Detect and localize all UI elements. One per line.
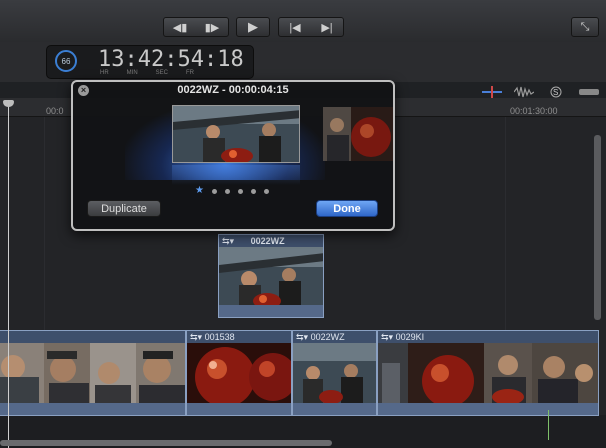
primary-clip[interactable]: ⇆▾ 001538 <box>186 330 292 416</box>
ruler-label-right: 00:01:30:00 <box>510 106 558 116</box>
fullscreen-button[interactable]: ⤡ <box>571 17 599 37</box>
solo-icon[interactable]: S <box>546 86 566 98</box>
audition-thumbnail[interactable] <box>323 107 393 161</box>
unit-hr: HR <box>100 70 109 76</box>
unit-sec: SEC <box>155 70 169 76</box>
timecode-units: HR MIN SEC FR <box>100 70 210 76</box>
clip-appearance-icon[interactable] <box>578 86 600 98</box>
done-button[interactable]: Done <box>316 200 378 217</box>
primary-clip[interactable]: ⇆▾ 0022WZ <box>292 330 377 416</box>
horizontal-scrollbar[interactable] <box>0 440 332 446</box>
page-indicator: ★ <box>195 185 269 196</box>
playhead[interactable] <box>8 100 9 448</box>
timecode-value: 13:42:54:18 <box>98 47 244 72</box>
step-back-icon: ◀▮ <box>172 21 188 34</box>
skip-start-icon: |◀ <box>289 21 301 34</box>
page-dot[interactable] <box>224 189 230 194</box>
unit-min: MIN <box>126 70 138 76</box>
page-dot[interactable] <box>250 189 256 194</box>
page-dot[interactable] <box>237 189 243 194</box>
clip-audio-waveform <box>219 305 323 317</box>
snapping-icon[interactable] <box>482 86 502 98</box>
skip-button[interactable]: |◀ ▶| <box>278 17 344 37</box>
page-dot[interactable] <box>263 189 269 194</box>
clip-audio-waveform <box>187 403 291 415</box>
clip-options-icon[interactable]: ⇆▾ <box>190 332 205 342</box>
unit-fr: FR <box>186 70 195 76</box>
clip-header <box>0 331 185 343</box>
fullscreen-icon: ⤡ <box>580 20 590 33</box>
clip-header: ⇆▾ 001538 <box>187 331 291 343</box>
clip-options-icon[interactable]: ⇆▾ <box>296 332 311 342</box>
star-icon[interactable]: ★ <box>195 185 204 196</box>
play-icon: ▶ <box>248 19 258 34</box>
popover-title: 0022WZ - 00:00:04:15 <box>177 84 289 96</box>
clip-filmstrip <box>378 343 598 403</box>
thumbnail-reflection <box>172 165 300 185</box>
clip-name: 0022WZ <box>310 332 345 342</box>
clip-name: 001538 <box>204 332 235 342</box>
step-forward-icon: ▮▶ <box>204 21 220 34</box>
skip-end-icon: ▶| <box>321 21 333 34</box>
clip-header: ⇆▾ 0022WZ <box>293 331 376 343</box>
play-button[interactable]: ▶ <box>236 17 270 37</box>
clip-header: ⇆▾ 0029KI <box>378 331 598 343</box>
clip-options-icon[interactable]: ⇆▾ <box>381 332 396 342</box>
clip-audio-waveform <box>0 403 185 415</box>
page-dot[interactable] <box>211 189 217 194</box>
clip-audio-waveform <box>378 403 598 415</box>
svg-text:S: S <box>553 88 558 97</box>
prev-next-frame-button[interactable]: ◀▮ ▮▶ <box>163 17 229 37</box>
connected-clip[interactable]: ⇆▾ 0022WZ <box>218 234 324 318</box>
clip-filmstrip <box>187 343 291 403</box>
clip-audio-waveform <box>293 403 376 415</box>
clip-options-icon[interactable]: ⇆▾ <box>222 236 237 246</box>
clip-name: 0022WZ <box>250 236 285 246</box>
clip-name: 0029KI <box>395 332 425 342</box>
duplicate-button[interactable]: Duplicate <box>87 200 161 217</box>
audition-thumbnail-selected[interactable] <box>172 105 300 163</box>
clip-filmstrip <box>0 343 185 403</box>
vertical-scrollbar[interactable] <box>594 135 601 320</box>
audio-skimming-icon[interactable] <box>513 86 535 98</box>
clip-filmstrip <box>219 247 323 305</box>
primary-clip[interactable]: ⇆▾ 0029KI <box>377 330 599 416</box>
primary-clip[interactable] <box>0 330 186 416</box>
dial-icon: 66 <box>55 50 77 72</box>
audio-marker <box>548 410 549 440</box>
clip-filmstrip <box>293 343 376 403</box>
clip-header: ⇆▾ 0022WZ <box>219 235 323 247</box>
ruler-label-left: 00:0 <box>46 106 64 116</box>
